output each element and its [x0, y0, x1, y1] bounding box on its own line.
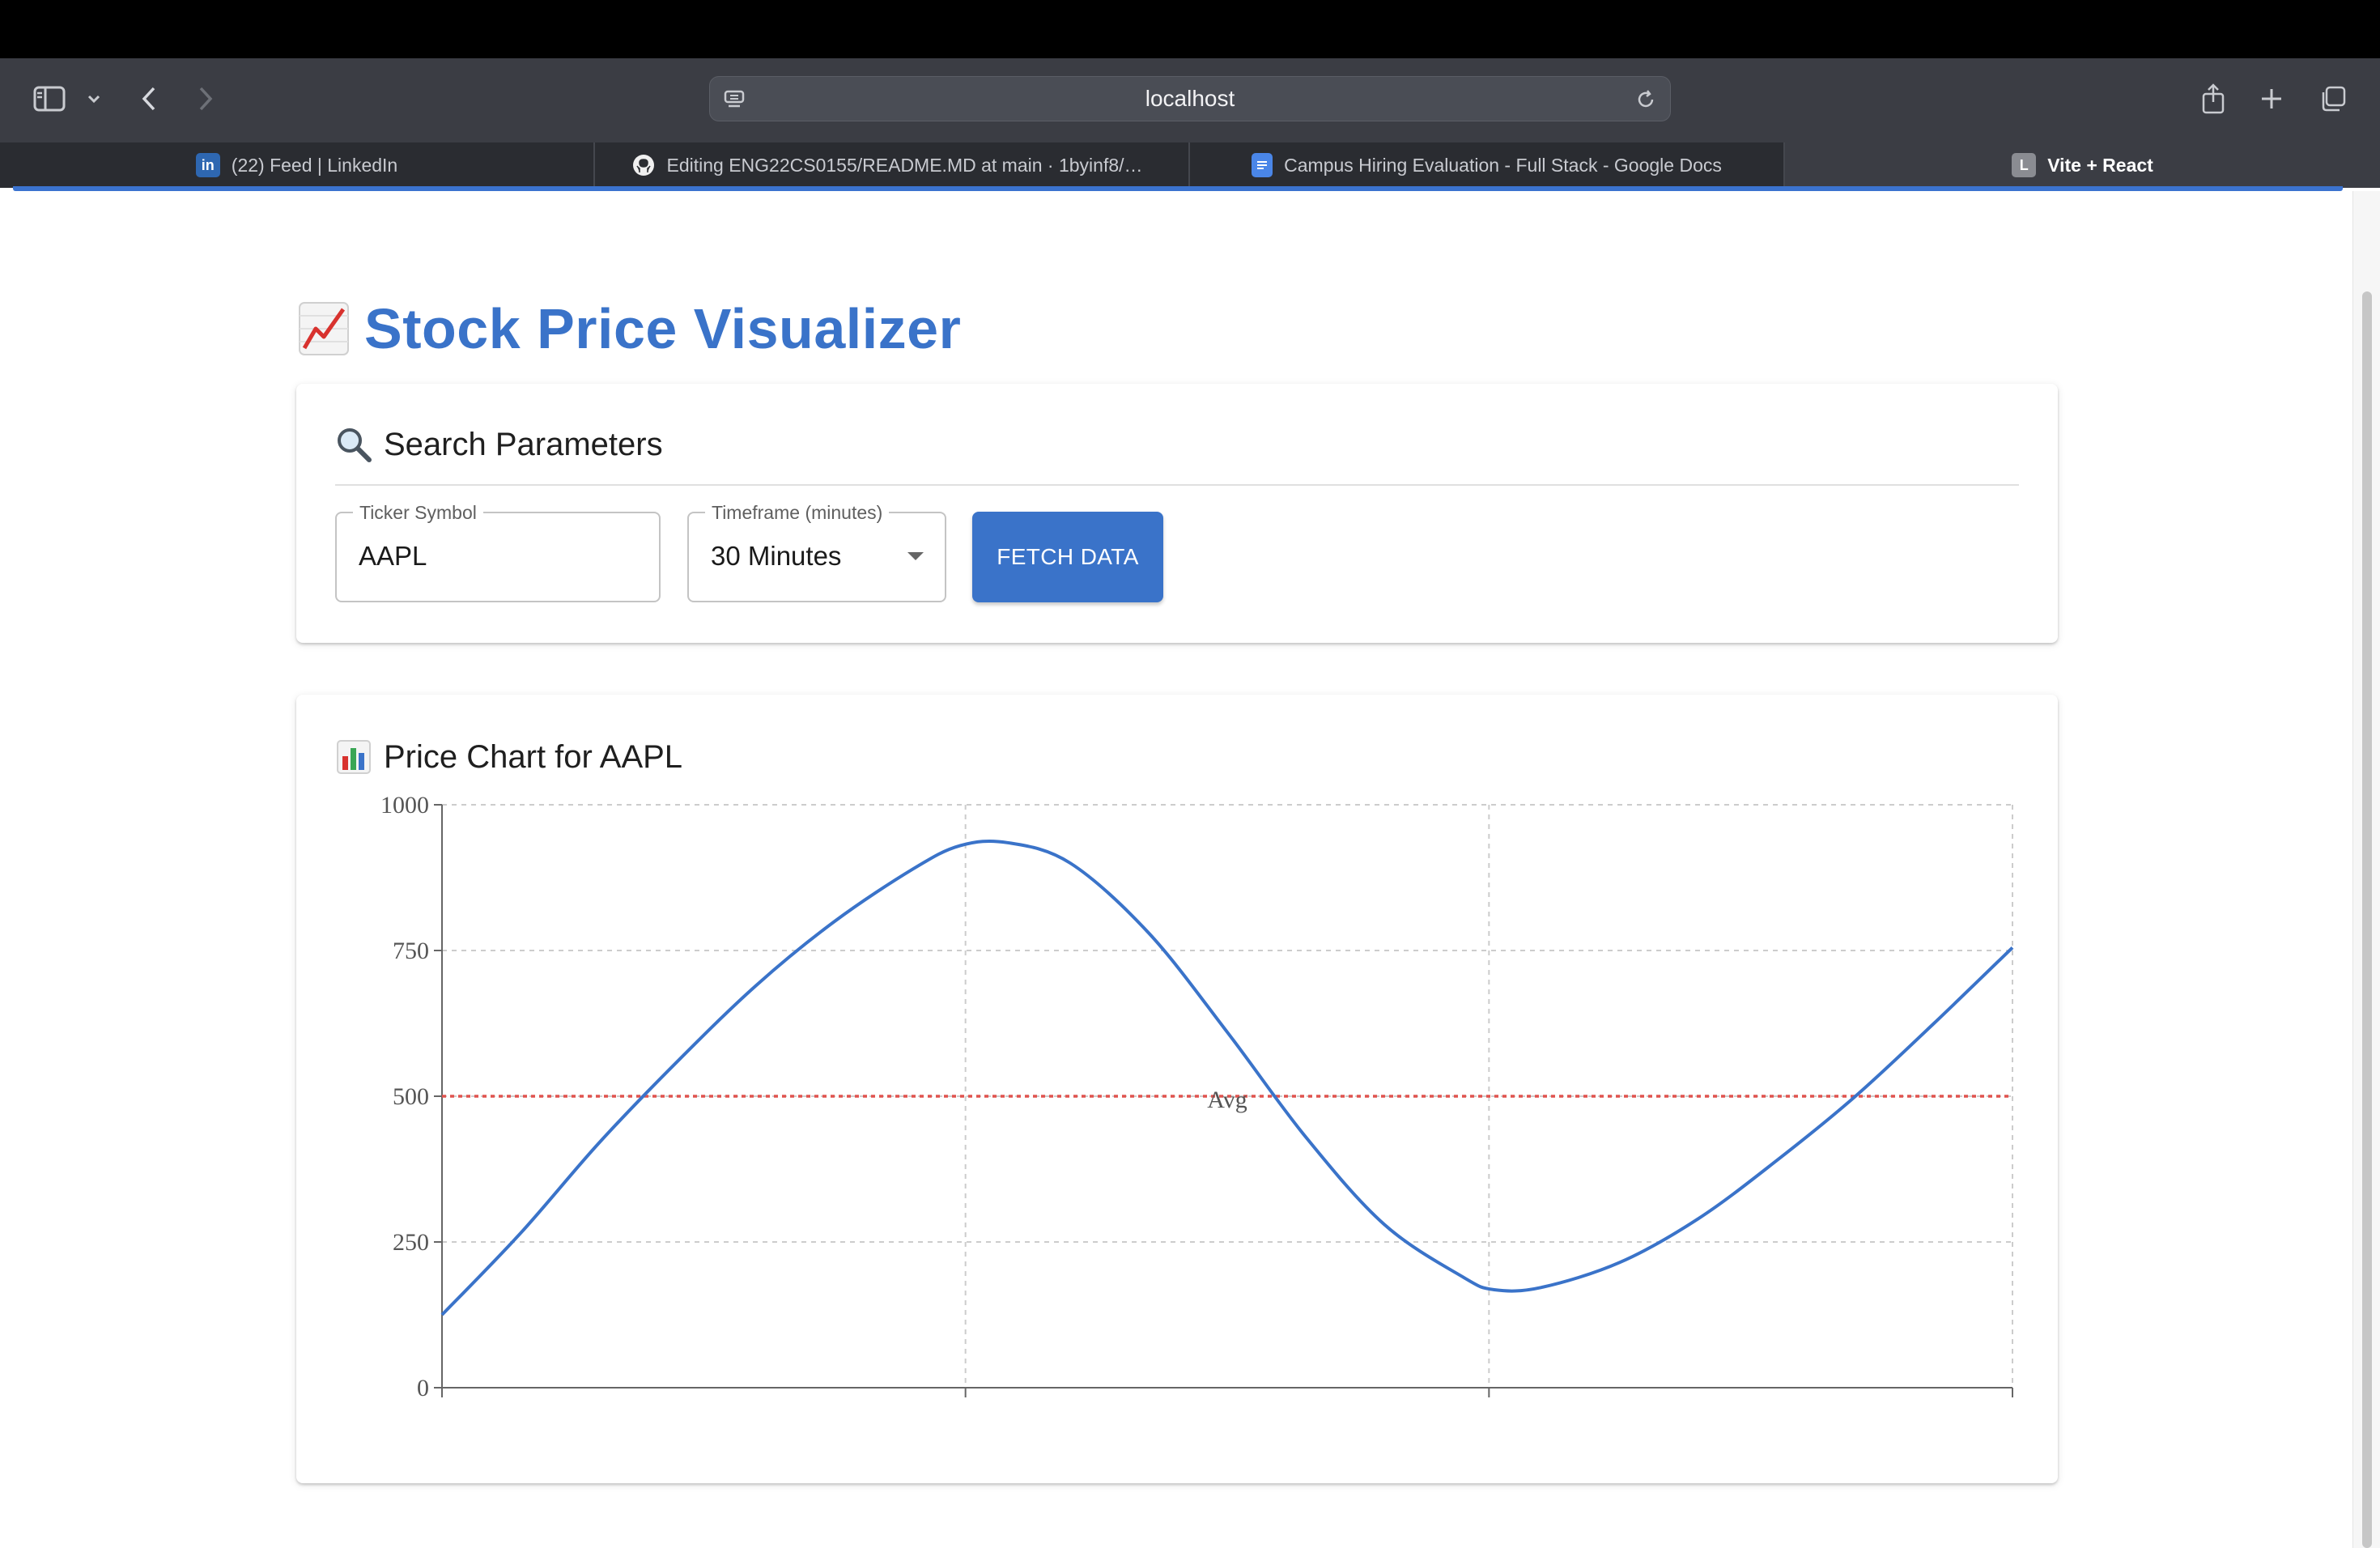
fetch-data-button[interactable]: FETCH DATA: [972, 512, 1163, 602]
back-icon[interactable]: [134, 83, 164, 115]
magnifier-icon: [335, 426, 372, 463]
tab-github[interactable]: Editing ENG22CS0155/README.MD at main · …: [595, 142, 1190, 188]
page-title-text: Stock Price Visualizer: [364, 297, 962, 360]
scrollbar-thumb[interactable]: [2362, 291, 2372, 1548]
ticker-symbol-label: Ticker Symbol: [353, 502, 483, 524]
y-axis-tick-label: 750: [393, 938, 429, 964]
tab-vite-react[interactable]: L Vite + React: [1785, 142, 2380, 188]
new-tab-icon[interactable]: [2255, 83, 2288, 115]
ticker-symbol-field[interactable]: Ticker Symbol AAPL: [335, 502, 661, 602]
search-heading: Search Parameters: [335, 426, 663, 463]
active-tab-indicator: [13, 186, 2343, 191]
tab-label: Vite + React: [2047, 154, 2153, 176]
reload-icon[interactable]: [1633, 87, 1659, 113]
dropdown-caret-icon: [907, 552, 924, 560]
tab-google-docs[interactable]: Campus Hiring Evaluation - Full Stack - …: [1190, 142, 1785, 188]
divider: [335, 484, 2019, 486]
tab-label: (22) Feed | LinkedIn: [231, 154, 398, 176]
sidebar-toggle-icon[interactable]: [31, 83, 68, 115]
system-top-bar: [0, 0, 2380, 58]
tab-label: Campus Hiring Evaluation - Full Stack - …: [1284, 154, 1722, 176]
price-chart-card: Price Chart for AAPL 0 250 500 750 1000 Avg: [296, 695, 2058, 1483]
tab-linkedin[interactable]: in (22) Feed | LinkedIn: [0, 142, 595, 188]
ticker-symbol-value: AAPL: [359, 541, 427, 571]
address-bar[interactable]: localhost: [709, 76, 1671, 121]
price-line-chart: 0 250 500 750 1000 Avg: [380, 792, 2014, 1401]
chart-increasing-icon: [298, 301, 350, 356]
tab-label: Editing ENG22CS0155/README.MD at main · …: [666, 154, 1153, 176]
google-docs-icon: [1252, 153, 1273, 177]
y-axis-tick-label: 500: [393, 1083, 429, 1110]
tab-bar: in (22) Feed | LinkedIn Editing ENG22CS0…: [0, 142, 2380, 188]
vite-letter-icon: L: [2012, 153, 2037, 177]
search-parameters-card: Search Parameters Ticker Symbol AAPL Tim…: [296, 384, 2058, 643]
forward-icon[interactable]: [191, 83, 220, 115]
share-icon[interactable]: [2197, 79, 2229, 118]
address-text: localhost: [1145, 86, 1235, 111]
chevron-down-icon[interactable]: [83, 89, 105, 108]
timeframe-select[interactable]: Timeframe (minutes) 30 Minutes: [687, 502, 946, 602]
github-icon: [631, 153, 656, 177]
y-axis-tick-label: 0: [417, 1375, 429, 1401]
timeframe-value: 30 Minutes: [711, 541, 842, 571]
y-axis-tick-label: 1000: [380, 792, 429, 819]
search-heading-text: Search Parameters: [384, 426, 663, 462]
browser-toolbar: localhost: [0, 58, 2380, 142]
y-axis-tick-label: 250: [393, 1229, 429, 1256]
tab-overview-icon[interactable]: [2317, 83, 2349, 115]
price-series-line: [440, 839, 2014, 1316]
average-reference-label: Avg: [1207, 1087, 1247, 1113]
timeframe-label: Timeframe (minutes): [705, 502, 890, 524]
page-title: Stock Price Visualizer: [298, 296, 961, 361]
linkedin-icon: in: [195, 153, 220, 177]
